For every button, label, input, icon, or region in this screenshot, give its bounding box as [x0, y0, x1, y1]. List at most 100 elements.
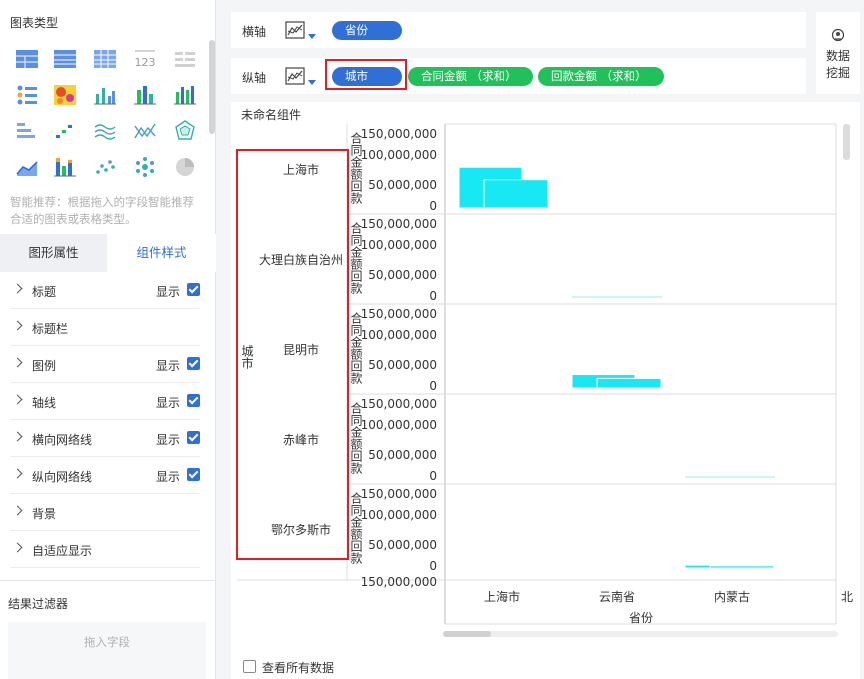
property-row[interactable]: 轴线 显示 [10, 383, 200, 420]
chevron-right-icon [12, 283, 23, 294]
left-panel: 图表类型 123 智能推荐：根据拖入的字段智能推荐合适的图表或表格类型。 图形属… [0, 0, 216, 679]
y-tick-label: 0 [429, 559, 437, 573]
grouped-bar-icon[interactable] [92, 82, 118, 108]
bubble-ring-icon[interactable] [132, 154, 158, 180]
y-measure-pill-payment[interactable]: 回款金额 （求和） [538, 67, 664, 86]
y-axis-title: 合同金额回款 [349, 401, 363, 475]
property-show-checkbox[interactable] [187, 394, 200, 407]
chevron-right-icon [12, 468, 23, 479]
view-all-label: 查看所有数据 [262, 661, 335, 675]
line-chart-type-icon-y[interactable] [283, 65, 319, 89]
property-show-label: 显示 [156, 359, 181, 373]
y-tick-label: 50,000,000 [368, 448, 437, 462]
y-tick-label: 0 [429, 199, 437, 213]
property-label: 轴线 [32, 396, 57, 410]
y-tick-label-cut: 150,000,000 [361, 575, 437, 589]
property-show-label: 显示 [156, 433, 181, 447]
horizontal-bar-icon[interactable] [14, 118, 40, 144]
tab-component-style[interactable]: 组件样式 [107, 234, 216, 272]
detail-table-icon[interactable] [92, 46, 118, 72]
property-label: 背景 [32, 507, 57, 521]
filter-drop-zone[interactable]: 拖入字段 [8, 622, 206, 679]
pie-chart-icon[interactable] [172, 154, 198, 180]
chevron-right-icon [12, 394, 23, 405]
dot-list-icon[interactable] [14, 82, 40, 108]
chart-h-scroll-track[interactable] [443, 631, 838, 637]
stacked-bar-icon[interactable] [52, 154, 78, 180]
property-row[interactable]: 横向网络线 显示 [10, 420, 200, 457]
chart-type-scrollbar[interactable] [209, 40, 215, 134]
drop-hint: 拖入字段 [84, 635, 130, 649]
property-row[interactable]: 标题 显示 [10, 272, 200, 309]
number-card-icon[interactable]: 123 [132, 46, 158, 72]
y-tick-label: 100,000,000 [361, 418, 437, 432]
property-row[interactable]: 背景 [10, 494, 200, 531]
cross-table-icon[interactable] [52, 46, 78, 72]
property-tabs: 图形属性 组件样式 [0, 234, 216, 272]
y-measure-pill-contract[interactable]: 合同金额 （求和） [408, 67, 533, 86]
y-tick-label: 50,000,000 [368, 178, 437, 192]
property-row[interactable]: 图例 显示 [10, 346, 200, 383]
property-show-checkbox[interactable] [187, 468, 200, 481]
y-tick-label: 100,000,000 [361, 508, 437, 522]
y-tick-label: 50,000,000 [368, 538, 437, 552]
chart-v-scrollbar[interactable] [843, 124, 850, 160]
chart-h-scroll-thumb[interactable] [443, 631, 491, 637]
property-label: 纵向网络线 [32, 470, 93, 484]
scatter-icon[interactable] [92, 154, 118, 180]
y-axis-title: 合同金额回款 [349, 491, 363, 565]
property-label: 自适应显示 [32, 544, 93, 558]
area-chart-icon[interactable] [14, 154, 40, 180]
heatmap-icon[interactable] [52, 82, 78, 108]
y-tick-label: 150,000,000 [361, 127, 437, 141]
property-show-label: 显示 [156, 285, 181, 299]
scatter-step-icon[interactable] [52, 118, 78, 144]
y-tick-label: 0 [429, 469, 437, 483]
y-tick-label: 100,000,000 [361, 238, 437, 252]
x-axis-bar: 横轴 省份 [231, 12, 806, 48]
x-axis-title: 省份 [629, 611, 653, 625]
chevron-right-icon [12, 357, 23, 368]
y-tick-label: 50,000,000 [368, 358, 437, 372]
table-icon[interactable] [14, 46, 40, 72]
property-show-label: 显示 [156, 470, 181, 484]
bar[interactable] [709, 565, 775, 569]
y-tick-label: 0 [429, 289, 437, 303]
y-tick-label: 100,000,000 [361, 148, 437, 162]
property-show-checkbox[interactable] [187, 431, 200, 444]
bar-chart-icon[interactable] [132, 82, 158, 108]
y-axis-title: 合同金额回款 [349, 131, 363, 205]
property-row[interactable]: 纵向网络线 显示 [10, 457, 200, 494]
property-label: 图例 [32, 359, 57, 373]
bar[interactable] [596, 377, 662, 389]
x-axis-label: 横轴 [242, 25, 267, 39]
y-tick-label: 50,000,000 [368, 268, 437, 282]
line-chart-type-icon[interactable] [283, 19, 319, 43]
chevron-right-icon [12, 431, 23, 442]
y-tick-label: 0 [429, 379, 437, 393]
chevron-right-icon [12, 505, 23, 516]
property-show-checkbox[interactable] [187, 357, 200, 370]
text-card-icon[interactable] [172, 46, 198, 72]
tab-graph-properties[interactable]: 图形属性 [0, 234, 107, 272]
svg-text:123: 123 [135, 56, 156, 69]
view-all-checkbox[interactable] [243, 660, 256, 673]
cross-line-icon[interactable] [132, 118, 158, 144]
bar[interactable] [483, 179, 549, 209]
y-tick-label: 150,000,000 [361, 217, 437, 231]
x-field-pill[interactable]: 省份 [332, 21, 402, 40]
data-mining-button[interactable]: 数据 挖掘 [816, 12, 860, 94]
property-label: 横向网络线 [32, 433, 93, 447]
radar-icon[interactable] [172, 118, 198, 144]
wave-line-icon[interactable] [92, 118, 118, 144]
y-tick-label: 150,000,000 [361, 397, 437, 411]
y-axis-label: 纵轴 [242, 71, 267, 85]
multi-bar-icon[interactable] [172, 82, 198, 108]
y-tick-label: 150,000,000 [361, 487, 437, 501]
property-show-checkbox[interactable] [187, 283, 200, 296]
x-tick-label: 北 [841, 590, 853, 604]
property-row[interactable]: 自适应显示 [10, 531, 200, 568]
highlight-box-city-pill [325, 59, 407, 90]
property-row[interactable]: 标题栏 [10, 309, 200, 346]
data-mining-text: 数据 挖掘 [825, 49, 850, 80]
